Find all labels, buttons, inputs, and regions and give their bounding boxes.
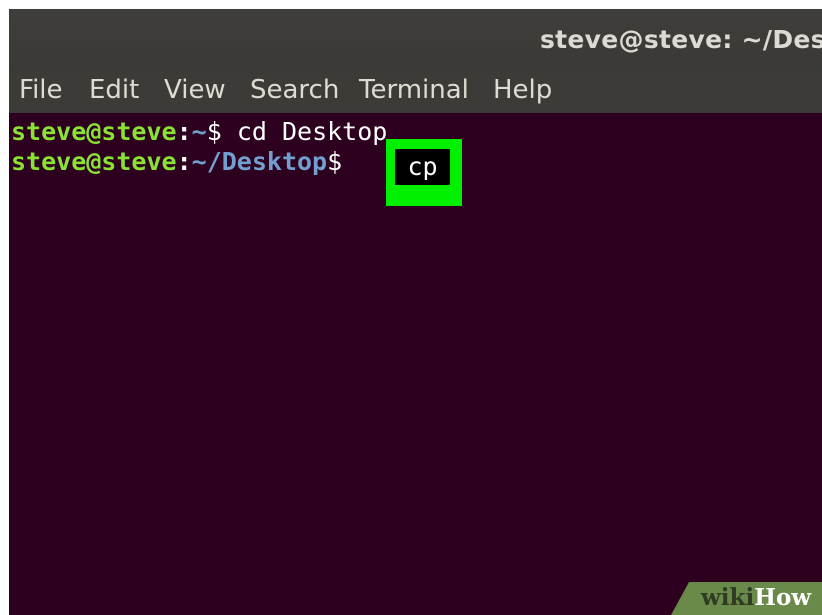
menu-view[interactable]: View [164, 75, 226, 105]
terminal-output[interactable]: steve@steve:~$ cd Desktop steve@steve:~/… [9, 113, 822, 615]
menu-edit[interactable]: Edit [89, 75, 139, 105]
prompt-path: ~ [191, 117, 207, 146]
command-highlight: cp [386, 139, 462, 206]
watermark-logo: wikiHow [701, 584, 812, 611]
command-text: cd Desktop [221, 117, 388, 146]
prompt-separator: : [176, 117, 192, 146]
terminal-line: steve@steve:~/Desktop$ [11, 147, 342, 177]
prompt-user-host: steve@steve [11, 117, 177, 146]
prompt-separator: : [176, 147, 192, 176]
prompt-symbol: $ [206, 117, 222, 146]
menu-help[interactable]: Help [493, 75, 552, 105]
terminal-line: steve@steve:~$ cd Desktop [11, 117, 387, 147]
title-bar[interactable]: steve@steve: ~/Desk [9, 9, 822, 71]
window-title: steve@steve: ~/Desk [540, 25, 822, 54]
prompt-symbol: $ [327, 147, 343, 176]
menu-bar: File Edit View Search Terminal Help [9, 71, 822, 113]
prompt-user-host: steve@steve [11, 147, 177, 176]
wikihow-watermark: wikiHow [671, 582, 822, 615]
terminal-window: steve@steve: ~/Desk File Edit View Searc… [9, 9, 822, 615]
menu-search[interactable]: Search [250, 75, 339, 105]
prompt-path: ~/Desktop [191, 147, 328, 176]
menu-file[interactable]: File [19, 75, 63, 105]
command-text-cp: cp [395, 149, 450, 185]
menu-terminal[interactable]: Terminal [359, 75, 469, 105]
